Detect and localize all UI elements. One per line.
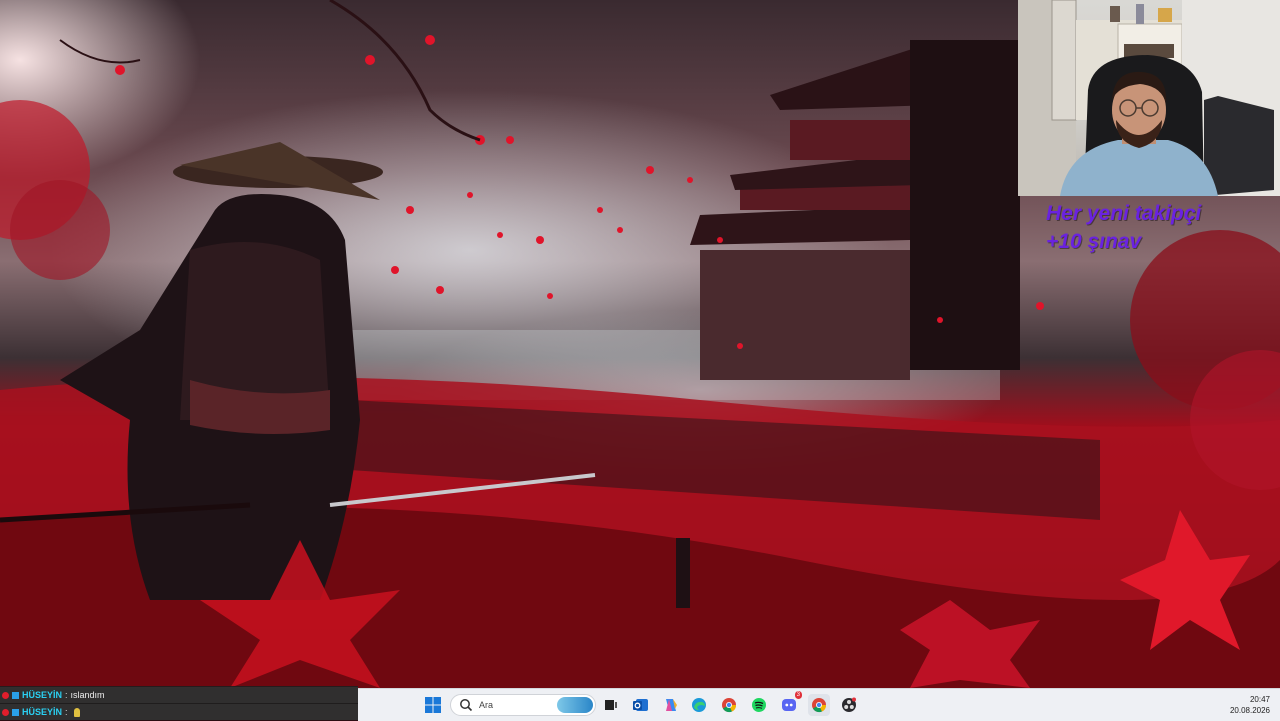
taskbar: Ara 3 20:47 20.08.2026: [358, 688, 1280, 721]
chrome-icon[interactable]: [718, 694, 740, 716]
subscriber-badge-icon: [12, 708, 19, 716]
windows-start-icon[interactable]: [422, 694, 444, 716]
search-icon: [460, 699, 473, 712]
chrome-icon[interactable]: [808, 694, 830, 716]
chat-username: HÜSEYİN: [22, 707, 63, 717]
discord-icon[interactable]: 3: [778, 691, 802, 716]
search-highlight-image: [557, 697, 593, 713]
task-view-icon[interactable]: [600, 694, 622, 716]
clock-time: 20:47: [1249, 695, 1270, 704]
spotify-icon[interactable]: [748, 694, 770, 716]
chat-message: HÜSEYİN :: [0, 704, 358, 720]
moderator-badge-icon: [2, 691, 9, 699]
taskbar-search-input[interactable]: Ara: [450, 694, 596, 716]
search-placeholder: Ara: [479, 700, 494, 710]
chat-text: ıslandım: [70, 690, 105, 700]
pagoda: [690, 40, 1020, 380]
overlay-line-1: Her yeni takipçi: [1046, 202, 1202, 225]
webcam-feed: [1018, 0, 1280, 196]
copilot-icon[interactable]: [660, 694, 682, 716]
clock-date: 20.08.2026: [1229, 706, 1270, 715]
obs-icon[interactable]: [838, 694, 860, 716]
chat-separator: :: [65, 707, 68, 717]
outlook-icon[interactable]: [630, 694, 652, 716]
subscriber-badge-icon: [12, 691, 19, 699]
chat-username: HÜSEYİN: [22, 690, 63, 700]
overlay-line-2: +10 şınav: [1046, 230, 1142, 253]
follower-goal-overlay: Her yeni takipçi +10 şınav: [1046, 200, 1276, 256]
emote-icon: [73, 707, 80, 717]
chat-message: HÜSEYİN : ıslandım: [0, 687, 358, 703]
webcam-image: [1018, 0, 1280, 196]
discord-notification-badge: 3: [794, 691, 802, 699]
chat-separator: :: [65, 690, 68, 700]
edge-icon[interactable]: [688, 694, 710, 716]
system-clock[interactable]: 20:47 20.08.2026: [1230, 694, 1270, 716]
moderator-badge-icon: [2, 708, 9, 716]
chat-overlay: HÜSEYİN : ıslandım HÜSEYİN :: [0, 686, 358, 720]
